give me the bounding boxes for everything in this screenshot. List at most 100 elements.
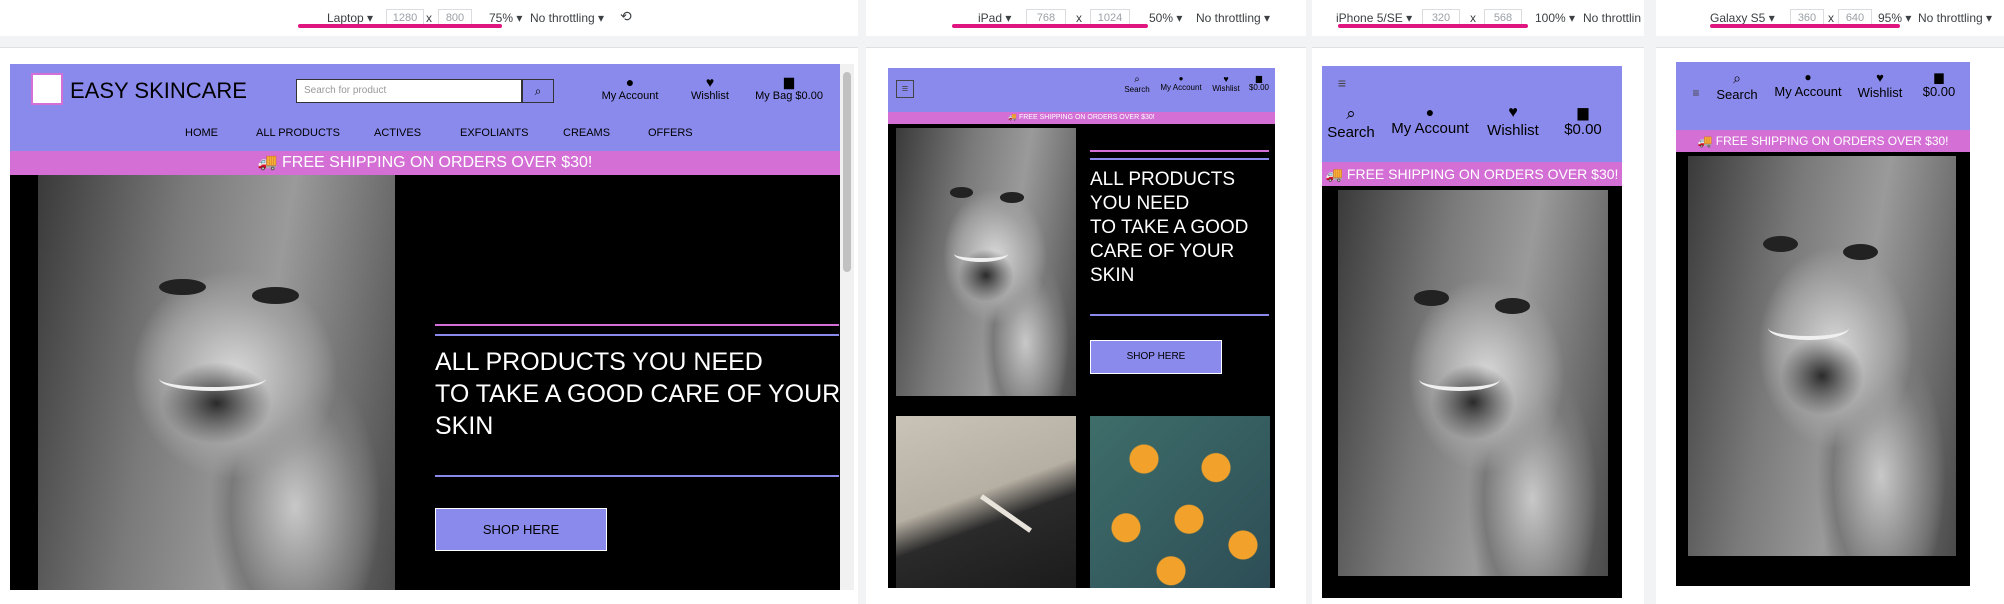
bag-link[interactable]: ▆ $0.00 <box>1244 74 1274 92</box>
hero-heading-line: ALL PRODUCTS YOU NEED <box>435 348 763 376</box>
ruler <box>1656 36 2004 48</box>
search-label: Search <box>1327 124 1375 141</box>
device-select[interactable]: Laptop ▾ <box>327 11 373 25</box>
search-icon: ⌕ <box>1346 104 1356 123</box>
hero-image <box>1338 190 1608 576</box>
hero-heading-line: CARE OF YOUR <box>1090 241 1235 262</box>
account-link[interactable]: ● My Account <box>1384 104 1476 137</box>
heart-icon: ♥ <box>705 74 715 90</box>
zoom-select[interactable]: 95% ▾ <box>1878 11 1911 25</box>
hamburger-menu-button[interactable]: ≡ <box>1328 72 1356 94</box>
account-label: My Account <box>601 90 659 102</box>
hero-heading-line: SKIN <box>1090 265 1135 286</box>
zoom-select[interactable]: 50% ▾ <box>1149 11 1182 25</box>
search-input[interactable]: Search for product <box>296 79 522 103</box>
bag-icon: ▆ <box>784 74 794 89</box>
wishlist-label: Wishlist <box>691 90 729 102</box>
dimension-separator: x <box>1076 11 1082 25</box>
shop-here-button[interactable]: SHOP HERE <box>435 508 607 551</box>
menu-icon: ≡ <box>1337 75 1347 91</box>
nav-creams[interactable]: CREAMS <box>563 127 610 139</box>
hero-divider-top <box>1090 150 1269 152</box>
ruler <box>0 36 858 48</box>
hero-image <box>38 175 395 590</box>
nav-all-products[interactable]: ALL PRODUCTS <box>256 127 340 139</box>
rotate-icon[interactable]: ⟲ <box>620 8 632 25</box>
device-select[interactable]: iPhone 5/SE ▾ <box>1336 11 1412 25</box>
zoom-select[interactable]: 75% ▾ <box>489 11 522 25</box>
zoom-select[interactable]: 100% ▾ <box>1535 11 1575 25</box>
ipad-panel: iPad ▾ 768 x 1024 50% ▾ No throttling ▾ … <box>866 0 1306 604</box>
search-link[interactable]: ⌕ Search <box>1322 104 1380 141</box>
citrus-product-image[interactable] <box>1090 416 1270 588</box>
hero-image-eye <box>950 186 974 198</box>
nav-offers[interactable]: OFFERS <box>648 127 693 139</box>
hero-image-smile <box>159 366 267 391</box>
shipping-banner: 🚚 FREE SHIPPING ON ORDERS OVER $30! <box>10 151 840 175</box>
bag-label: $0.00 <box>1564 121 1602 138</box>
throttle-select[interactable]: No throttling ▾ <box>1918 11 1992 25</box>
heart-icon: ♥ <box>1508 104 1518 121</box>
account-label: My Account <box>1160 83 1202 92</box>
serum-product-image[interactable] <box>896 416 1076 588</box>
hero-heading-line: TO TAKE A GOOD CARE OF YOUR <box>435 380 840 408</box>
account-link[interactable]: ● My Account <box>595 74 665 102</box>
search-label: Search <box>1124 85 1150 94</box>
wishlist-label: Wishlist <box>1212 84 1240 93</box>
nav-exfoliants[interactable]: EXFOLIANTS <box>460 127 528 139</box>
menu-icon: ≡ <box>901 83 909 95</box>
shop-here-button[interactable]: SHOP HERE <box>1090 340 1222 374</box>
bag-link[interactable]: ▆ $0.00 <box>1912 70 1966 99</box>
account-label: My Account <box>1774 84 1842 99</box>
search-link[interactable]: ⌕ Search <box>1712 70 1762 102</box>
brand-logo[interactable] <box>31 73 63 105</box>
site-header: ≡ ⌕ Search ● My Account ♥ Wishlist ▆ $0.00 <box>1676 62 1970 130</box>
menu-icon: ≡ <box>1692 86 1700 100</box>
hero-image-eye <box>1413 290 1449 306</box>
account-link[interactable]: ● My Account <box>1156 74 1206 92</box>
iphone-panel: iPhone 5/SE ▾ 320 x 568 100% ▾ No thrott… <box>1312 0 1644 604</box>
wishlist-link[interactable]: ♥ Wishlist <box>680 74 740 102</box>
account-link[interactable]: ● My Account <box>1768 70 1848 99</box>
device-toolbar: Laptop ▾ 1280 x 800 75% ▾ No throttling … <box>0 0 858 36</box>
hero-heading: ALL PRODUCTS YOU NEED TO TAKE A GOOD CAR… <box>1090 168 1248 288</box>
shipping-text: FREE SHIPPING ON ORDERS OVER $30! <box>282 154 593 171</box>
shipping-banner: 🚚 FREE SHIPPING ON ORDERS OVER $30! <box>1676 130 1970 152</box>
site-header: EASY SKINCARE Search for product ⌕ ● My … <box>10 64 840 151</box>
hero-divider-top <box>435 324 839 326</box>
bag-link[interactable]: ▆ $0.00 <box>1550 104 1616 138</box>
scrollbar-thumb[interactable] <box>843 72 851 272</box>
wishlist-link[interactable]: ♥ Wishlist <box>1208 74 1244 93</box>
user-icon: ● <box>625 74 635 90</box>
nav-actives[interactable]: ACTIVES <box>374 127 421 139</box>
throttle-select[interactable]: No throttling ▾ <box>530 11 604 25</box>
scrollbar[interactable] <box>840 64 854 590</box>
nav-home[interactable]: HOME <box>185 127 218 139</box>
iphone-viewport: ≡ ⌕ Search ● My Account ♥ Wishlist ▆ $0.00 🚚… <box>1322 66 1622 598</box>
bag-link[interactable]: ▆ My Bag $0.00 <box>749 74 829 102</box>
wishlist-label: Wishlist <box>1487 122 1539 139</box>
ruler <box>866 36 1306 48</box>
search-link[interactable]: ⌕ Search <box>1120 74 1154 94</box>
hero-image-eye <box>252 287 299 304</box>
hamburger-menu-button[interactable]: ≡ <box>896 80 914 98</box>
dimension-separator: x <box>1828 11 1834 25</box>
shipping-banner: 🚚 FREE SHIPPING ON ORDERS OVER $30! <box>1322 162 1622 186</box>
hero-image <box>1688 156 1956 556</box>
search-button[interactable]: ⌕ <box>522 79 554 103</box>
site-header: ≡ ⌕ Search ● My Account ♥ Wishlist ▆ $0.00 <box>888 68 1275 112</box>
throttle-select[interactable]: No throttlin <box>1583 11 1641 25</box>
hamburger-menu-button[interactable]: ≡ <box>1686 84 1706 102</box>
dimension-separator: x <box>426 11 432 25</box>
search-label: Search <box>1716 87 1758 102</box>
throttle-select[interactable]: No throttling ▾ <box>1196 11 1270 25</box>
wishlist-link[interactable]: ♥ Wishlist <box>1852 70 1908 100</box>
bag-icon: ▆ <box>1934 70 1944 84</box>
user-icon: ● <box>1804 70 1812 84</box>
hero-image-smile <box>1768 316 1849 340</box>
device-select[interactable]: Galaxy S5 ▾ <box>1710 11 1775 25</box>
heart-icon: ♥ <box>1876 70 1884 85</box>
device-select[interactable]: iPad ▾ <box>978 11 1011 25</box>
brand-name[interactable]: EASY SKINCARE <box>70 78 247 104</box>
wishlist-link[interactable]: ♥ Wishlist <box>1480 104 1546 139</box>
